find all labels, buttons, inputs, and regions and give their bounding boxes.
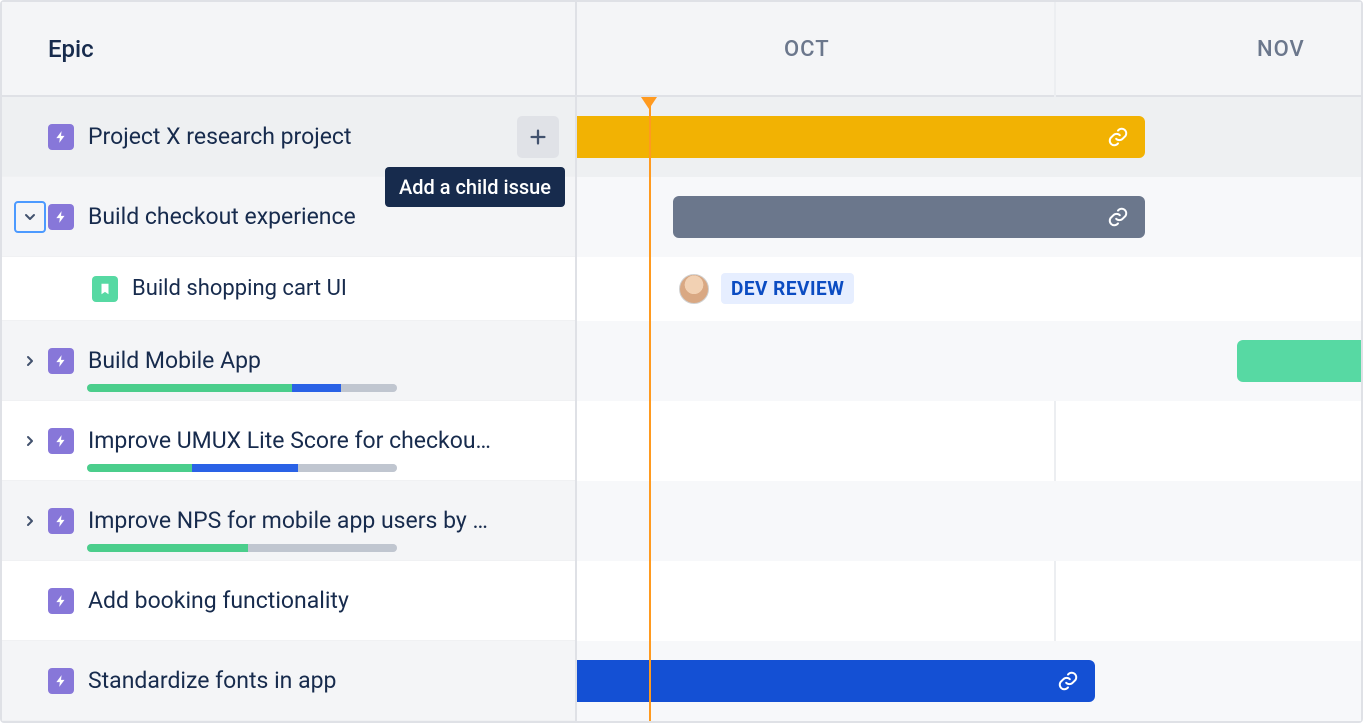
today-marker bbox=[649, 97, 651, 721]
epic-icon bbox=[48, 348, 74, 374]
timeline-bar-project-x[interactable] bbox=[577, 116, 1145, 158]
epic-name: Standardize fonts in app bbox=[88, 667, 559, 694]
child-row-shopping-cart[interactable]: Build shopping cart UI bbox=[2, 257, 575, 321]
lane-booking bbox=[577, 561, 1361, 641]
lane-build-checkout bbox=[577, 177, 1361, 257]
month-label-nov: NOV bbox=[1257, 37, 1305, 62]
expand-toggle[interactable] bbox=[14, 345, 46, 377]
progress-bar bbox=[87, 384, 397, 392]
column-title: Epic bbox=[48, 35, 94, 63]
progress-bar bbox=[87, 544, 397, 552]
today-caret-icon bbox=[641, 97, 657, 109]
timeline-body: DEV REVIEW bbox=[577, 97, 1361, 721]
epic-icon bbox=[48, 428, 74, 454]
epic-row-umux[interactable]: Improve UMUX Lite Score for checkou… bbox=[2, 401, 575, 481]
epic-name: Improve NPS for mobile app users by … bbox=[88, 507, 559, 534]
lane-fonts bbox=[577, 641, 1361, 721]
lane-umux bbox=[577, 401, 1361, 481]
timeline-bar-fonts[interactable] bbox=[577, 660, 1095, 702]
expand-toggle[interactable] bbox=[14, 201, 46, 233]
epic-name: Add booking functionality bbox=[88, 587, 559, 614]
timeline-panel[interactable]: OCT NOV bbox=[577, 2, 1361, 721]
lane-shopping-cart: DEV REVIEW bbox=[577, 257, 1361, 321]
month-label-oct: OCT bbox=[784, 37, 830, 62]
progress-bar bbox=[87, 464, 397, 472]
epic-row-booking[interactable]: Add booking functionality bbox=[2, 561, 575, 641]
epic-row-project-x[interactable]: Project X research project Add a child i… bbox=[2, 97, 575, 177]
child-name: Build shopping cart UI bbox=[132, 276, 575, 301]
epic-name: Build Mobile App bbox=[88, 347, 559, 374]
epic-list: Project X research project Add a child i… bbox=[2, 97, 575, 721]
epic-icon bbox=[48, 668, 74, 694]
roadmap-container: Epic Project X research project Add a ch… bbox=[0, 0, 1363, 723]
epic-list-header: Epic bbox=[2, 2, 575, 97]
expand-toggle[interactable] bbox=[14, 425, 46, 457]
avatar bbox=[679, 274, 709, 304]
lane-project-x bbox=[577, 97, 1361, 177]
epic-icon bbox=[48, 588, 74, 614]
epic-row-build-mobile[interactable]: Build Mobile App bbox=[2, 321, 575, 401]
timeline-bar-build-checkout[interactable] bbox=[673, 196, 1145, 238]
add-child-issue-button[interactable] bbox=[517, 116, 559, 158]
epic-icon bbox=[48, 204, 74, 230]
epic-name: Build checkout experience bbox=[88, 203, 559, 230]
timeline-header: OCT NOV bbox=[577, 2, 1361, 97]
epic-name: Project X research project bbox=[88, 123, 517, 150]
expand-toggle[interactable] bbox=[14, 505, 46, 537]
link-icon bbox=[1107, 126, 1129, 148]
link-icon bbox=[1057, 670, 1079, 692]
status-badge[interactable]: DEV REVIEW bbox=[679, 273, 854, 304]
timeline-bar-build-mobile[interactable] bbox=[1237, 340, 1361, 382]
story-icon bbox=[92, 276, 118, 302]
epic-row-fonts[interactable]: Standardize fonts in app bbox=[2, 641, 575, 721]
epic-icon bbox=[48, 124, 74, 150]
lane-nps bbox=[577, 481, 1361, 561]
add-child-tooltip: Add a child issue bbox=[385, 167, 565, 207]
lane-build-mobile bbox=[577, 321, 1361, 401]
epic-name: Improve UMUX Lite Score for checkou… bbox=[88, 427, 559, 454]
status-label: DEV REVIEW bbox=[721, 273, 854, 304]
epic-row-nps[interactable]: Improve NPS for mobile app users by … bbox=[2, 481, 575, 561]
epic-list-panel: Epic Project X research project Add a ch… bbox=[2, 2, 577, 721]
link-icon bbox=[1107, 206, 1129, 228]
epic-icon bbox=[48, 508, 74, 534]
